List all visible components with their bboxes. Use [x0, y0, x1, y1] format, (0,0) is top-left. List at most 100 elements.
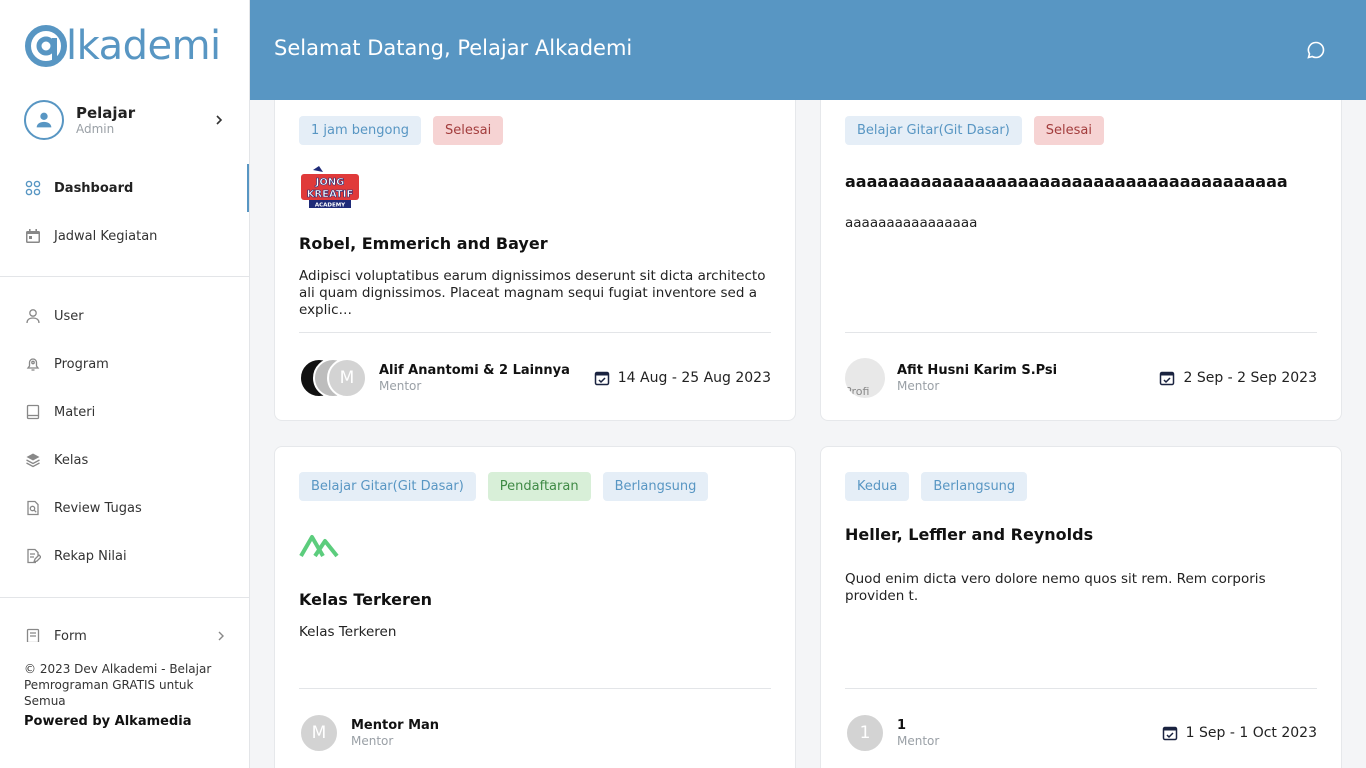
- date-range: 1 Sep - 1 Oct 2023: [1162, 725, 1317, 741]
- sidebar-item-label: Materi: [54, 404, 96, 420]
- footer-copyright: © 2023 Dev Alkademi - Belajar Pemrograma…: [24, 662, 212, 708]
- sidebar-item-review-tugas[interactable]: Review Tugas: [0, 484, 249, 532]
- avatar: 1: [845, 713, 885, 753]
- sidebar-item-label: Rekap Nilai: [54, 548, 127, 564]
- sidebar-item-label: Review Tugas: [54, 500, 142, 516]
- logo-line-2: KREATIF: [307, 189, 354, 200]
- card-footer: M Mentor Man Mentor: [299, 713, 771, 753]
- tag-program[interactable]: Belajar Gitar(Git Dasar): [299, 472, 476, 501]
- main-nav: Dashboard Jadwal Kegiatan: [0, 164, 249, 260]
- card-footer: M Alif Anantomi & 2 Lainnya Mentor 14 Au…: [299, 358, 771, 398]
- sidebar-item-rekap-nilai[interactable]: Rekap Nilai: [0, 532, 249, 580]
- sidebar-item-kelas[interactable]: Kelas: [0, 436, 249, 484]
- card-title[interactable]: Heller, Leffler and Reynolds: [845, 525, 1093, 544]
- sidebar-item-label: Dashboard: [54, 180, 134, 196]
- sidebar-item-form[interactable]: Form: [0, 612, 249, 643]
- card-title[interactable]: Robel, Emmerich and Bayer: [299, 234, 548, 253]
- mentor-avatars: M: [299, 358, 367, 398]
- card-title[interactable]: aaaaaaaaaaaaaaaaaaaaaaaaaaaaaaaaaaaaaaaa…: [845, 172, 1319, 191]
- logo-text: lkademi: [66, 23, 221, 69]
- card-footer: 1 1 Mentor 1 Sep - 1 Oct 2023: [845, 713, 1317, 753]
- sidebar-divider: [0, 276, 249, 277]
- date-text: 14 Aug - 25 Aug 2023: [617, 370, 771, 386]
- nuxt-logo: [299, 531, 341, 559]
- date-text: 1 Sep - 1 Oct 2023: [1185, 725, 1317, 741]
- sidebar-item-materi[interactable]: Materi: [0, 388, 249, 436]
- page-title: Selamat Datang, Pelajar Alkademi: [274, 36, 633, 60]
- class-card[interactable]: 1 jam bengong Selesai JONG KREATIF ACADE…: [274, 70, 796, 421]
- sidebar-item-label: User: [54, 308, 84, 324]
- sidebar-item-label: Jadwal Kegiatan: [54, 228, 158, 244]
- file-edit-icon: [24, 547, 42, 565]
- tag-program[interactable]: Belajar Gitar(Git Dasar): [845, 116, 1022, 145]
- class-card[interactable]: Kedua Berlangsung Heller, Leffler and Re…: [820, 446, 1342, 768]
- card-description: Kelas Terkeren: [299, 624, 397, 640]
- logo-mark: [24, 24, 68, 68]
- tag-status[interactable]: Pendaftaran: [487, 472, 591, 501]
- calendar-check-icon: [1160, 371, 1175, 386]
- card-footer: Profi Afit Husni Karim S.Psi Mentor 2 Se…: [845, 358, 1317, 398]
- chevron-right-icon: [218, 631, 224, 641]
- sidebar-item-dashboard[interactable]: Dashboard: [0, 164, 249, 212]
- mentor-name: 1: [897, 718, 907, 733]
- sidebar: lkademi Pelajar Admin Dashboard Jadwal K…: [0, 0, 250, 768]
- card-description: Adipisci voluptatibus earum dignissimos …: [299, 268, 766, 318]
- sidebar-item-label: Kelas: [54, 452, 89, 468]
- card-tags: 1 jam bengong Selesai: [299, 116, 504, 145]
- mentor-role: Mentor: [897, 734, 940, 748]
- chat-icon[interactable]: [1306, 40, 1326, 60]
- card-title[interactable]: Kelas Terkeren: [299, 590, 432, 609]
- card-tags: Kedua Berlangsung: [845, 472, 1028, 501]
- alkademi-logo[interactable]: lkademi: [24, 22, 221, 70]
- profile-name: Pelajar: [76, 103, 136, 122]
- card-divider: [845, 332, 1317, 333]
- sidebar-item-program[interactable]: Program: [0, 340, 249, 388]
- card-description: Quod enim dicta vero dolore nemo quos si…: [845, 571, 1266, 604]
- calendar-icon: [24, 227, 42, 245]
- sidebar-item-jadwal[interactable]: Jadwal Kegiatan: [0, 212, 249, 260]
- class-card[interactable]: Belajar Gitar(Git Dasar) Pendaftaran Ber…: [274, 446, 796, 768]
- layers-icon: [24, 451, 42, 469]
- tag-status[interactable]: Selesai: [432, 116, 504, 145]
- card-description: aaaaaaaaaaaaaaaa: [845, 215, 978, 231]
- mentor-name: Afit Husni Karim S.Psi: [897, 363, 1058, 378]
- sidebar-item-label: Form: [54, 628, 87, 643]
- card-divider: [845, 688, 1317, 689]
- tag-status[interactable]: Berlangsung: [921, 472, 1028, 501]
- tag-program[interactable]: 1 jam bengong: [299, 116, 421, 145]
- sidebar-item-user[interactable]: User: [0, 292, 249, 340]
- user-avatar-icon: [24, 100, 64, 140]
- sidebar-footer: © 2023 Dev Alkademi - Belajar Pemrograma…: [24, 661, 224, 729]
- tag-status[interactable]: Selesai: [1033, 116, 1104, 145]
- logo-line-1: JONG: [315, 177, 345, 188]
- sidebar-divider: [0, 597, 249, 598]
- avatar: M: [327, 358, 367, 398]
- card-tags: Belajar Gitar(Git Dasar) Pendaftaran Ber…: [299, 472, 709, 501]
- tag-status[interactable]: Berlangsung: [602, 472, 709, 501]
- admin-nav: User Program Materi Kelas Review Tugas R…: [0, 292, 249, 580]
- mentor-role: Mentor: [379, 379, 422, 393]
- class-card[interactable]: Belajar Gitar(Git Dasar) Selesai aaaaaaa…: [820, 70, 1342, 421]
- sidebar-item-label: Program: [54, 356, 109, 372]
- card-divider: [299, 332, 771, 333]
- user-icon: [24, 307, 42, 325]
- grid-icon: [24, 179, 42, 197]
- file-search-icon: [24, 499, 42, 517]
- calendar-check-icon: [594, 371, 610, 386]
- mentor-name: Alif Anantomi & 2 Lainnya: [379, 363, 570, 378]
- bell-icon: [24, 355, 42, 373]
- date-range: 2 Sep - 2 Sep 2023: [1159, 370, 1317, 386]
- jong-kreatif-logo: JONG KREATIF ACADEMY: [299, 166, 361, 210]
- chevron-right-icon: [216, 115, 223, 125]
- book-icon: [24, 403, 42, 421]
- form-icon: [24, 627, 42, 642]
- tag-program[interactable]: Kedua: [845, 472, 910, 501]
- profile-menu[interactable]: Pelajar Admin: [24, 99, 226, 141]
- logo-line-3: ACADEMY: [315, 203, 346, 209]
- mentor-role: Mentor: [351, 734, 394, 748]
- date-range: 14 Aug - 25 Aug 2023: [594, 370, 771, 386]
- profile-role: Admin: [76, 121, 115, 136]
- date-text: 2 Sep - 2 Sep 2023: [1183, 370, 1317, 386]
- mentor-role: Mentor: [897, 379, 940, 393]
- calendar-check-icon: [1162, 726, 1177, 741]
